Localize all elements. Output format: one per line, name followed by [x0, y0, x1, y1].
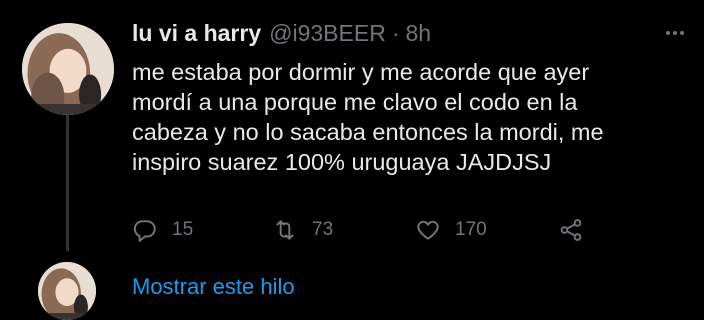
timestamp[interactable]: 8h: [405, 15, 431, 51]
share-button[interactable]: [558, 213, 584, 247]
tweet-text-line: me estaba por dormir y me acorde que aye…: [132, 59, 590, 85]
retweet-count: 73: [312, 219, 334, 240]
tweet[interactable]: lu vi a harry @i93BEER · 8h me estaba po…: [0, 0, 704, 320]
thread-avatar[interactable]: [38, 262, 96, 320]
thread-line: [66, 103, 69, 251]
tweet-actions: 15 73 170: [132, 213, 602, 247]
avatar[interactable]: [22, 23, 114, 115]
tweet-text-line: inspiro suarez 100% uruguaya JAJDJSJ: [132, 149, 552, 175]
avatar-image: [38, 262, 96, 320]
like-button[interactable]: 170: [415, 213, 487, 247]
show-thread-link[interactable]: Mostrar este hilo: [132, 274, 295, 300]
reply-button[interactable]: 15: [132, 213, 193, 247]
display-name[interactable]: lu vi a harry: [132, 15, 261, 51]
tweet-header: lu vi a harry @i93BEER · 8h: [132, 15, 431, 51]
separator: ·: [391, 20, 400, 46]
heart-icon: [417, 220, 439, 240]
retweet-icon: [276, 220, 294, 240]
tweet-text-line: mordí a una porque me clavo el codo en l…: [132, 89, 578, 115]
avatar-image: [22, 23, 114, 115]
tweet-text: me estaba por dormir y me acorde que aye…: [132, 57, 692, 177]
username[interactable]: @i93BEER: [269, 15, 386, 51]
reply-count: 15: [172, 219, 194, 240]
retweet-button[interactable]: 73: [272, 213, 333, 247]
share-icon: [560, 219, 582, 241]
more-icon[interactable]: [660, 18, 690, 48]
tweet-text-line: cabeza y no lo sacaba entonces la mordi,…: [132, 119, 604, 145]
reply-icon: [133, 220, 156, 242]
like-count: 170: [455, 219, 487, 240]
